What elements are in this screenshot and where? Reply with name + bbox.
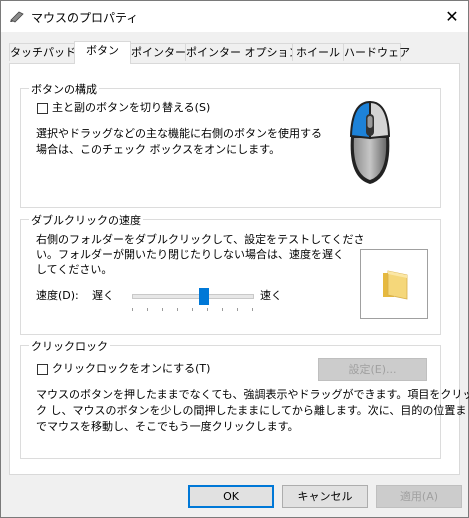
tab-wheel[interactable]: ホイール xyxy=(292,43,344,61)
tab-pointers[interactable]: ポインター xyxy=(130,43,186,61)
mouse-properties-window: マウスのプロパティ ✕ タッチパッド ボタン ポインター ポインター オプション… xyxy=(0,0,469,518)
close-button[interactable]: ✕ xyxy=(436,1,468,32)
speed-label: 速度(D): xyxy=(36,289,79,302)
double-click-description-2: い。フォルダーが開いたり閉じたりしない場合は、速度を遅く xyxy=(36,248,344,261)
slider-tick xyxy=(132,308,133,311)
double-click-description-3: してください。 xyxy=(36,263,113,276)
ok-button[interactable]: OK xyxy=(188,485,274,508)
slider-tick xyxy=(222,308,223,311)
slider-tick xyxy=(207,308,208,311)
tab-touchpad[interactable]: タッチパッド xyxy=(9,43,76,61)
close-icon: ✕ xyxy=(445,7,459,26)
group-title-click-lock: クリックロック xyxy=(29,338,110,354)
click-lock-description-1: マウスのボタンを押したままでなくても、強調表示やドラッグができます。項目をクリッ xyxy=(36,388,469,401)
fast-label: 速く xyxy=(260,289,282,302)
mouse-buttons-icon xyxy=(349,100,391,184)
click-lock-settings-button[interactable]: 設定(E)... xyxy=(318,358,427,381)
tab-buttons[interactable]: ボタン xyxy=(74,41,131,64)
click-lock-checkbox[interactable] xyxy=(37,364,48,375)
button-config-description-1: 選択やドラッグなどの主な機能に右側のボタンを使用する xyxy=(36,127,322,140)
slider-tick xyxy=(177,308,178,311)
click-lock-description-3: でマウスを移動し、そこでもう一度クリックします。 xyxy=(36,420,299,433)
folder-icon[interactable] xyxy=(380,269,410,301)
slider-tick xyxy=(252,308,253,311)
test-folder-area[interactable] xyxy=(360,249,428,319)
switch-buttons-label[interactable]: 主と副のボタンを切り替える(S) xyxy=(52,100,210,116)
slow-label: 遅く xyxy=(92,289,114,302)
group-title-double-click: ダブルクリックの速度 xyxy=(29,212,143,228)
slider-tick xyxy=(237,308,238,311)
button-config-description-2: 場合は、このチェック ボックスをオンにします。 xyxy=(36,143,281,156)
slider-tick xyxy=(147,308,148,311)
window-title: マウスのプロパティ xyxy=(31,11,139,25)
tab-pointer-options[interactable]: ポインター オプション xyxy=(185,43,300,61)
slider-tick xyxy=(162,308,163,311)
tab-hardware[interactable]: ハードウェア xyxy=(343,43,410,61)
speed-slider-track[interactable] xyxy=(132,294,254,299)
group-title-button-config: ボタンの構成 xyxy=(29,81,99,97)
click-lock-label[interactable]: クリックロックをオンにする(T) xyxy=(52,361,210,377)
cancel-button[interactable]: キャンセル xyxy=(282,485,368,508)
switch-buttons-checkbox[interactable] xyxy=(37,103,48,114)
title-bar[interactable]: マウスのプロパティ ✕ xyxy=(1,1,468,32)
slider-tick xyxy=(192,308,193,311)
double-click-description-1: 右側のフォルダーをダブルクリックして、設定をテストしてくださ xyxy=(36,233,365,246)
mouse-properties-icon xyxy=(10,11,24,23)
apply-button[interactable]: 適用(A) xyxy=(376,485,462,508)
speed-slider-thumb[interactable] xyxy=(199,288,209,305)
click-lock-description-2: ク し、マウスのボタンを少しの間押したままにしてから離します。次に、目的の位置ま xyxy=(36,404,467,417)
